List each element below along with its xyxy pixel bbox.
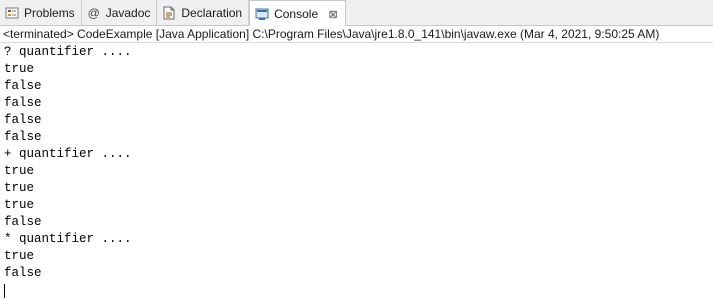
console-icon — [255, 7, 269, 21]
declaration-icon — [162, 6, 176, 20]
javadoc-at-icon: @ — [87, 5, 100, 20]
console-line: true — [4, 181, 35, 195]
tab-problems-label: Problems — [24, 5, 75, 20]
console-line: true — [4, 164, 35, 178]
console-line: true — [4, 249, 35, 263]
console-line: false — [4, 266, 42, 280]
console-status-label: <terminated> CodeExample [Java Applicati… — [0, 26, 713, 43]
problems-icon — [5, 6, 19, 20]
console-view: Problems @ Javadoc Declaration Console ⊠… — [0, 0, 713, 299]
tab-declaration[interactable]: Declaration — [157, 0, 250, 25]
console-line: true — [4, 62, 35, 76]
tab-declaration-label: Declaration — [181, 5, 243, 20]
console-line: true — [4, 198, 35, 212]
close-icon[interactable]: ⊠ — [327, 8, 339, 21]
console-line: false — [4, 113, 42, 127]
console-line: * quantifier .... — [4, 232, 132, 246]
console-output[interactable]: ? quantifier .... true false false false… — [0, 44, 713, 299]
view-tab-bar: Problems @ Javadoc Declaration Console ⊠ — [0, 0, 713, 27]
console-line: false — [4, 130, 42, 144]
text-caret — [4, 284, 5, 298]
console-line: ? quantifier .... — [4, 45, 132, 59]
tab-javadoc[interactable]: @ Javadoc — [82, 0, 158, 25]
tab-problems[interactable]: Problems — [0, 0, 82, 25]
tab-console-label: Console — [274, 7, 319, 21]
tab-console[interactable]: Console ⊠ — [249, 0, 347, 27]
console-line: false — [4, 96, 42, 110]
console-line: false — [4, 215, 42, 229]
console-line: false — [4, 79, 42, 93]
console-line: + quantifier .... — [4, 147, 132, 161]
tab-javadoc-label: Javadoc — [105, 5, 151, 20]
